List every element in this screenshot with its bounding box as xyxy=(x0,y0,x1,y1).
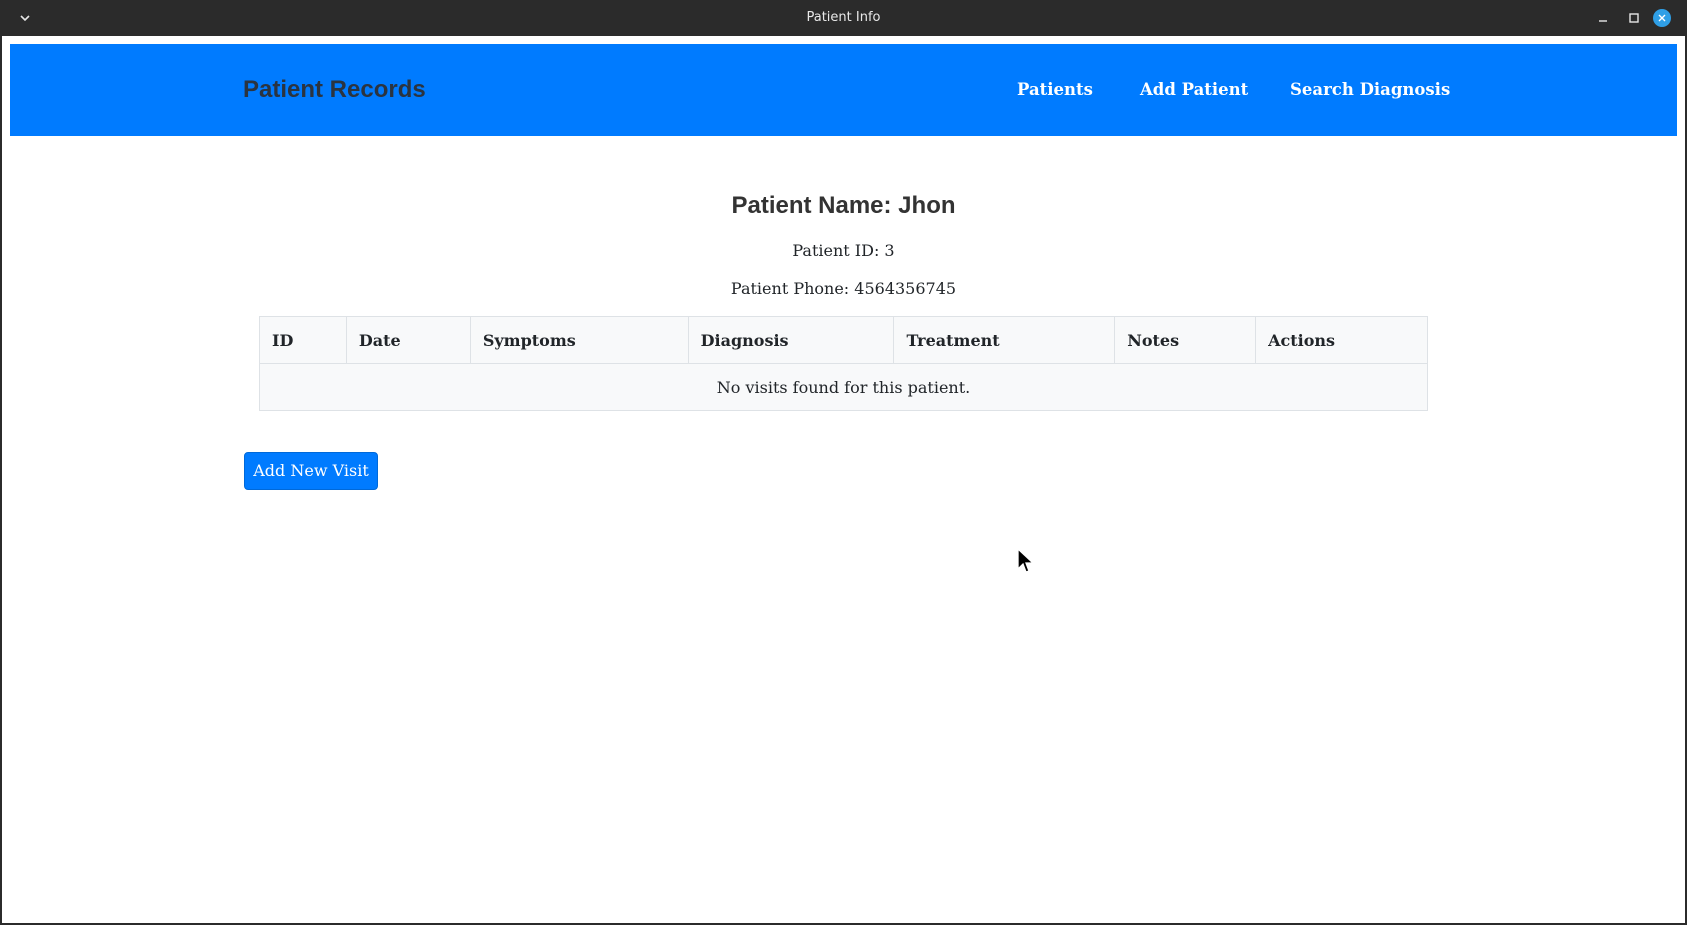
column-header-treatment: Treatment xyxy=(893,316,1116,364)
patient-name-heading: Patient Name: Jhon xyxy=(731,192,956,219)
table-row: No visits found for this patient. xyxy=(259,363,1428,411)
mouse-pointer-icon xyxy=(1016,547,1036,574)
add-new-visit-button[interactable]: Add New Visit xyxy=(244,452,378,490)
minimize-icon[interactable] xyxy=(1594,9,1612,27)
window-titlebar: Patient Info xyxy=(0,0,1687,36)
nav-link-search-diagnosis[interactable]: Search Diagnosis xyxy=(1290,44,1450,136)
column-header-actions: Actions xyxy=(1255,316,1428,364)
close-icon[interactable] xyxy=(1653,9,1671,27)
column-header-id: ID xyxy=(259,316,347,364)
column-header-notes: Notes xyxy=(1114,316,1257,364)
nav-link-add-patient[interactable]: Add Patient xyxy=(1140,44,1248,136)
empty-table-message: No visits found for this patient. xyxy=(259,363,1428,411)
nav-link-patients[interactable]: Patients xyxy=(1017,44,1093,136)
page-content: Patient Records Patients Add Patient Sea… xyxy=(2,36,1685,923)
window-title: Patient Info xyxy=(806,10,881,25)
visits-table: ID Date Symptoms Diagnosis Treatment Not… xyxy=(259,316,1428,411)
table-header-row: ID Date Symptoms Diagnosis Treatment Not… xyxy=(259,316,1428,364)
column-header-date: Date xyxy=(345,316,471,364)
column-header-diagnosis: Diagnosis xyxy=(687,316,895,364)
patient-phone: Patient Phone: 4564356745 xyxy=(730,279,957,298)
navbar-brand[interactable]: Patient Records xyxy=(243,44,426,136)
navbar: Patient Records Patients Add Patient Sea… xyxy=(10,44,1677,136)
maximize-icon[interactable] xyxy=(1625,9,1643,27)
patient-id: Patient ID: 3 xyxy=(792,241,895,260)
column-header-symptoms: Symptoms xyxy=(469,316,689,364)
